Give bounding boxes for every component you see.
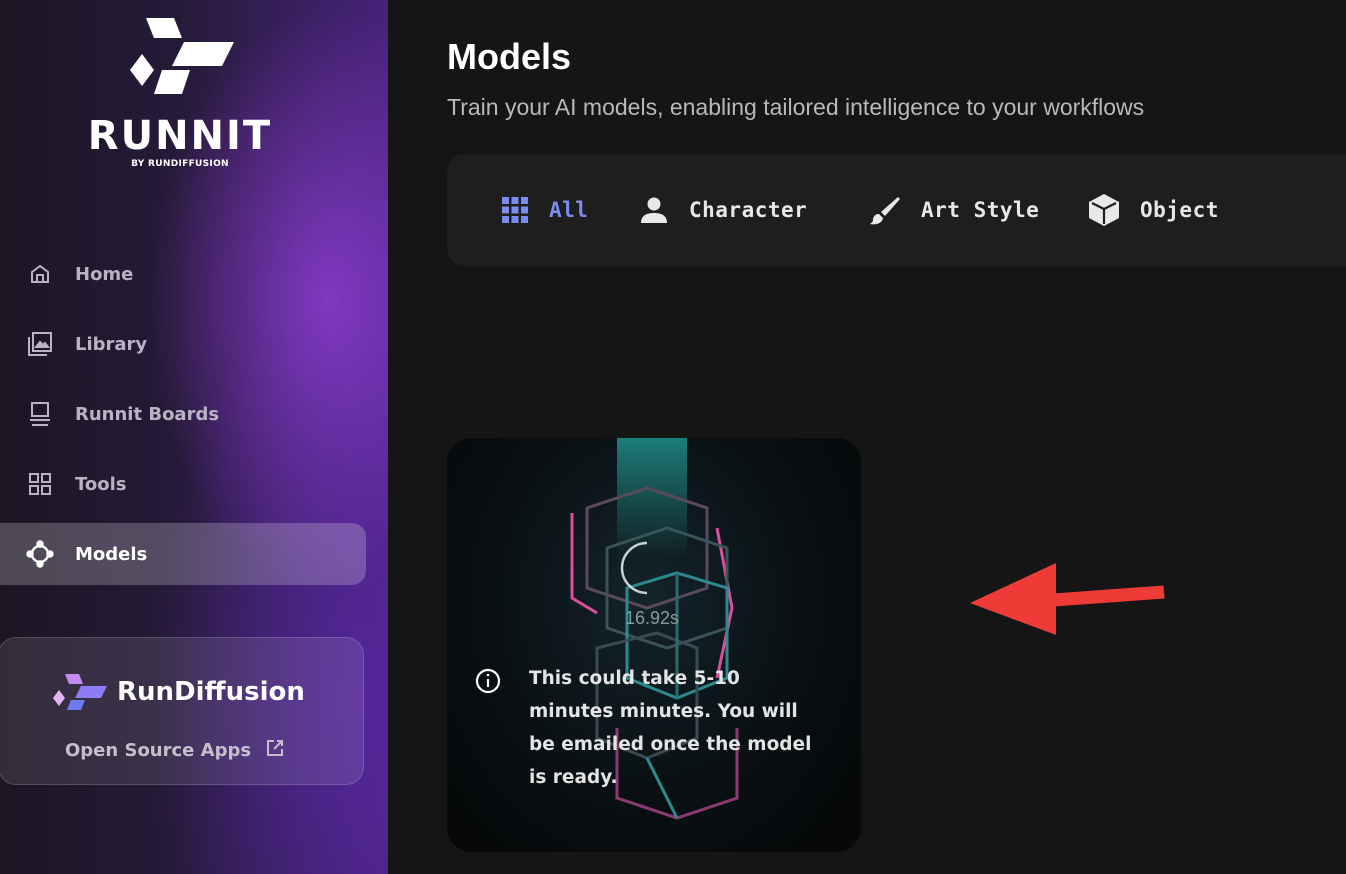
cube-icon [1088, 193, 1120, 227]
sidebar-item-label: Library [75, 333, 148, 355]
tools-icon [25, 469, 55, 499]
runnit-logo-mark-icon [130, 18, 234, 94]
filter-object[interactable]: Object [1088, 192, 1219, 228]
sidebar: RUNNIT BY RUNDIFFUSION Home Library Runn… [0, 0, 388, 874]
filter-label: Object [1140, 198, 1219, 222]
library-icon [25, 329, 55, 359]
sidebar-item-home[interactable]: Home [0, 243, 366, 305]
rundiffusion-logo-icon [53, 674, 107, 710]
promo-brand-name: RunDiffusion [117, 677, 305, 707]
filter-label: All [549, 198, 589, 222]
model-filter-bar: All Character Art Style Object [447, 154, 1346, 266]
model-training-card[interactable]: 16.92s This could take 5-10 minutes minu… [447, 438, 861, 852]
training-notice-text: This could take 5-10 minutes minutes. Yo… [529, 668, 812, 788]
logo-wordmark: RUNNIT [87, 113, 273, 159]
info-icon [475, 668, 501, 794]
rundiffusion-promo-card[interactable]: RunDiffusion Open Source Apps [0, 637, 364, 785]
grid-icon [501, 196, 529, 224]
brush-icon [869, 194, 901, 226]
annotation-arrow-icon [970, 563, 1165, 635]
training-notice: This could take 5-10 minutes minutes. Yo… [475, 662, 835, 794]
home-icon [25, 259, 55, 289]
person-icon [639, 195, 669, 225]
main-content: Models Train your AI models, enabling ta… [388, 0, 1346, 874]
sidebar-item-label: Runnit Boards [75, 403, 220, 425]
filter-label: Character [689, 198, 808, 222]
sidebar-item-label: Models [75, 543, 148, 565]
filter-label: Art Style [921, 198, 1040, 222]
filter-all[interactable]: All [501, 192, 588, 228]
filter-character[interactable]: Character [639, 192, 807, 228]
sidebar-item-label: Tools [75, 473, 127, 495]
page-title: Models [447, 36, 572, 77]
boards-icon [25, 399, 55, 429]
filter-art-style[interactable]: Art Style [869, 192, 1039, 228]
logo-subtext: BY RUNDIFFUSION [131, 159, 229, 169]
sidebar-item-tools[interactable]: Tools [0, 453, 366, 515]
open-source-apps-link[interactable]: Open Source Apps [65, 738, 285, 763]
external-link-icon [265, 738, 285, 763]
models-icon [25, 539, 55, 569]
page-subtitle: Train your AI models, enabling tailored … [447, 94, 1145, 120]
sidebar-item-models[interactable]: Models [0, 523, 366, 585]
rundiffusion-brand: RunDiffusion [51, 672, 305, 712]
promo-link-label: Open Source Apps [65, 740, 252, 761]
runnit-logo[interactable]: RUNNIT BY RUNDIFFUSION [80, 14, 280, 174]
sidebar-item-label: Home [75, 263, 134, 285]
training-timer: 16.92s [624, 608, 680, 628]
sidebar-item-library[interactable]: Library [0, 313, 366, 375]
sidebar-item-runnit-boards[interactable]: Runnit Boards [0, 383, 366, 445]
